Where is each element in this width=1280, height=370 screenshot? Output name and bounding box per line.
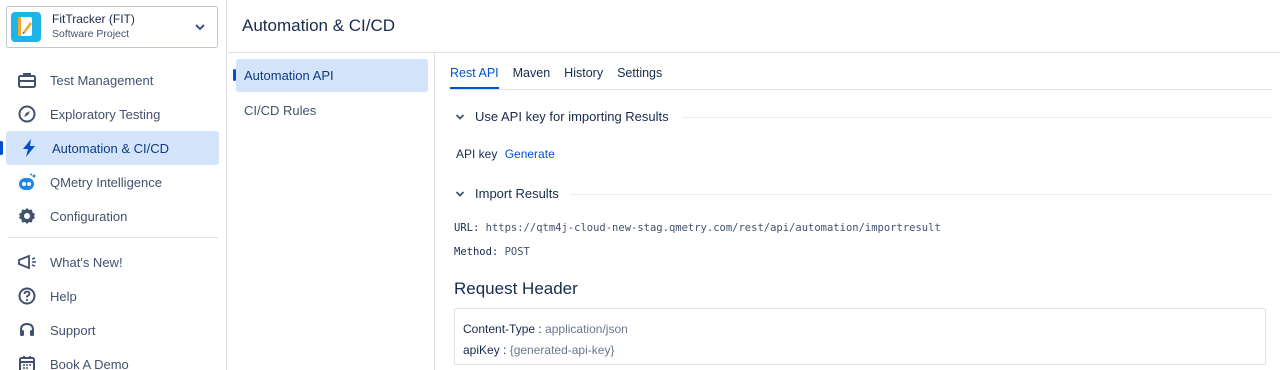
section-rule <box>570 194 1272 195</box>
sidebar-item-test-management[interactable]: Test Management <box>0 63 227 97</box>
sidebar-item-support[interactable]: Support <box>0 313 227 347</box>
secondary-nav: What's New! Help Support Book A Demo <box>0 245 227 370</box>
primary-nav: Test Management Exploratory Testing Auto… <box>0 63 227 233</box>
bot-icon <box>17 172 37 192</box>
sidebar-item-label: Support <box>50 322 96 338</box>
chevron-down-icon <box>455 113 465 120</box>
sidebar-item-label: Configuration <box>50 208 128 224</box>
tab-divider <box>450 89 1272 90</box>
section-rule <box>682 117 1272 118</box>
subnav-item-automation-api[interactable]: Automation API <box>233 59 428 92</box>
main-content: Rest API Maven History Settings Use API … <box>436 53 1280 370</box>
header-key: apiKey : <box>463 343 507 357</box>
help-icon <box>17 286 37 306</box>
api-key-row: API key Generate <box>456 147 555 161</box>
sidebar-item-configuration[interactable]: Configuration <box>0 199 227 233</box>
lightning-icon <box>19 138 39 158</box>
megaphone-icon <box>17 252 37 272</box>
request-header-title: Request Header <box>454 279 578 298</box>
section-import-toggle[interactable]: Import Results <box>454 186 559 201</box>
project-name: FitTracker (FIT) <box>52 12 135 26</box>
sidebar-item-automation[interactable]: Automation & CI/CD <box>0 131 219 165</box>
project-type: Software Project <box>52 28 130 40</box>
method-label: Method: <box>454 246 499 258</box>
sidebar-item-help[interactable]: Help <box>0 279 227 313</box>
briefcase-icon <box>17 70 37 90</box>
url-row: URL: https://qtm4j-cloud-new-stag.qmetry… <box>454 222 941 234</box>
tab-maven[interactable]: Maven <box>513 66 551 89</box>
active-indicator <box>233 69 236 81</box>
url-value: https://qtm4j-cloud-new-stag.qmetry.com/… <box>485 222 941 234</box>
tab-history[interactable]: History <box>564 66 603 89</box>
sidebar-item-label: Automation & CI/CD <box>52 140 170 156</box>
sidebar-item-label: What's New! <box>50 254 123 270</box>
calendar-icon <box>17 354 37 370</box>
method-value: POST <box>504 246 530 258</box>
active-indicator <box>0 141 3 155</box>
subnav-item-cicd-rules[interactable]: CI/CD Rules <box>236 94 428 127</box>
header-row: Content-Type : application/json <box>463 319 1257 340</box>
method-row: Method: POST <box>454 246 530 258</box>
page-title: Automation & CI/CD <box>242 16 396 35</box>
sidebar-item-label: Exploratory Testing <box>50 106 161 122</box>
project-logo-icon <box>11 12 41 42</box>
section-api-key-toggle[interactable]: Use API key for importing Results <box>454 109 669 124</box>
tab-rest-api[interactable]: Rest API <box>450 66 499 89</box>
headset-icon <box>17 320 37 340</box>
chevron-down-icon <box>195 24 205 31</box>
sidebar-item-book-demo[interactable]: Book A Demo <box>0 347 227 370</box>
gear-icon <box>17 206 37 226</box>
tab-settings[interactable]: Settings <box>617 66 662 89</box>
subnav-item-label: CI/CD Rules <box>244 103 317 118</box>
sidebar-item-label: Book A Demo <box>50 356 129 370</box>
header-value: application/json <box>545 322 628 336</box>
chevron-down-icon <box>455 190 465 197</box>
generate-link[interactable]: Generate <box>505 147 555 161</box>
sub-nav: Automation API CI/CD Rules <box>228 53 435 370</box>
project-switcher[interactable]: FitTracker (FIT) Software Project <box>6 6 218 48</box>
sidebar: FitTracker (FIT) Software Project Test M… <box>0 0 227 370</box>
section-title: Import Results <box>475 186 559 201</box>
sidebar-item-label: Help <box>50 288 77 304</box>
header-value: {generated-api-key} <box>509 343 615 357</box>
sidebar-item-whats-new[interactable]: What's New! <box>0 245 227 279</box>
tab-bar: Rest API Maven History Settings <box>450 66 676 89</box>
sidebar-divider <box>8 237 218 238</box>
sidebar-item-label: QMetry Intelligence <box>50 174 162 190</box>
request-header-box: Content-Type : application/json apiKey :… <box>454 308 1266 365</box>
page-header: Automation & CI/CD <box>228 0 1280 53</box>
sidebar-item-exploratory-testing[interactable]: Exploratory Testing <box>0 97 227 131</box>
compass-icon <box>17 104 37 124</box>
header-row: apiKey : {generated-api-key} <box>463 340 1257 361</box>
sidebar-item-qmetry-intelligence[interactable]: QMetry Intelligence <box>0 165 227 199</box>
subnav-item-label: Automation API <box>244 68 334 83</box>
api-key-label: API key <box>456 147 498 161</box>
header-key: Content-Type : <box>463 322 542 336</box>
sidebar-item-label: Test Management <box>50 72 154 88</box>
url-label: URL: <box>454 222 480 234</box>
section-title: Use API key for importing Results <box>475 109 669 124</box>
